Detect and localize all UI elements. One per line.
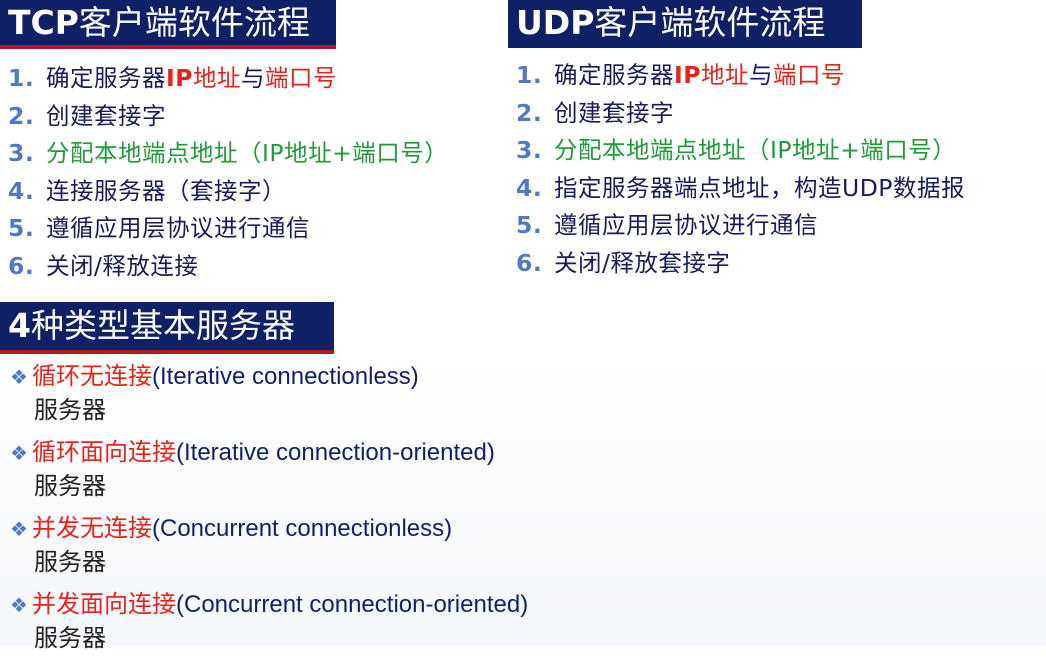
step-highlight-address: 地址	[700, 61, 749, 89]
diamond-bullet-icon: ❖	[10, 367, 28, 389]
step-number: 1.	[516, 61, 543, 89]
udp-step-list: 1. 确定服务器IP地址与端口号 2. 创建套接字 3. 分配本地端点地址（IP地址+…	[516, 57, 965, 283]
step-text-and: 与	[748, 61, 773, 89]
step-text: 确定服务器	[46, 64, 166, 92]
step-number: 3.	[8, 139, 35, 168]
server-type-english: (Iterative connectionless)	[152, 363, 419, 390]
server-type-item: ❖ 并发无连接(Concurrent connectionless) 服务器	[6, 512, 528, 577]
tcp-step-5: 5. 遵循应用层协议进行通信	[8, 210, 448, 248]
server-type-english: (Iterative connection-oriented)	[176, 439, 495, 466]
step-text: 遵循应用层协议进行通信	[46, 214, 310, 243]
server-type-suffix: 服务器	[34, 472, 106, 500]
server-type-item: ❖ 循环面向连接(Iterative connection-oriented) 服…	[6, 436, 528, 501]
step-text: 指定服务器端点地址，构造UDP数据报	[554, 173, 965, 202]
server-type-item: ❖ 并发面向连接(Concurrent connection-oriented) …	[6, 588, 528, 653]
server-type-suffix: 服务器	[34, 548, 106, 576]
step-number: 6.	[8, 251, 35, 280]
udp-title-bold: UDP	[516, 3, 595, 42]
server-type-name: 并发无连接	[32, 515, 152, 542]
step-highlight-ip: IP	[674, 61, 701, 89]
server-type-english: (Concurrent connectionless)	[152, 515, 453, 542]
step-highlight-ip: IP	[166, 64, 193, 92]
udp-step-1: 1. 确定服务器IP地址与端口号	[516, 57, 965, 95]
step-number: 2.	[516, 98, 543, 127]
udp-title-rest: 客户端软件流程	[594, 3, 826, 42]
step-text: 分配本地端点地址（IP地址+端口号）	[554, 136, 957, 165]
step-number: 4.	[516, 173, 543, 202]
step-text-and: 与	[240, 64, 265, 92]
step-highlight-port: 端口号	[772, 61, 845, 89]
server-type-suffix: 服务器	[34, 396, 106, 424]
step-number: 6.	[516, 248, 543, 277]
step-text: 创建套接字	[46, 101, 166, 130]
server-types-title-rest: 种类型基本服务器	[30, 306, 295, 345]
diamond-bullet-icon: ❖	[10, 519, 28, 541]
step-text: 创建套接字	[554, 98, 674, 127]
server-type-list: ❖ 循环无连接(Iterative connectionless) 服务器 ❖ 循环…	[6, 360, 528, 664]
udp-step-6: 6. 关闭/释放套接字	[516, 245, 965, 283]
server-type-name: 循环面向连接	[32, 439, 176, 466]
udp-step-5: 5. 遵循应用层协议进行通信	[516, 207, 965, 245]
step-text: 关闭/释放连接	[46, 251, 199, 280]
server-type-item: ❖ 循环无连接(Iterative connectionless) 服务器	[6, 360, 528, 425]
step-highlight-port: 端口号	[264, 64, 337, 92]
step-number: 3.	[516, 136, 543, 165]
step-highlight-address: 地址	[192, 64, 241, 92]
server-types-title: 4种类型基本服务器	[0, 302, 334, 354]
step-number: 4.	[8, 176, 35, 205]
tcp-step-4: 4. 连接服务器（套接字）	[8, 173, 448, 211]
step-text: 分配本地端点地址（IP地址+端口号）	[46, 139, 449, 168]
udp-step-3: 3. 分配本地端点地址（IP地址+端口号）	[516, 132, 965, 170]
tcp-title-rest: 客户端软件流程	[78, 3, 310, 42]
step-number: 5.	[8, 214, 35, 243]
tcp-title-bold: TCP	[8, 3, 79, 42]
step-text: 连接服务器（套接字）	[46, 176, 286, 205]
server-types-title-bold: 4	[8, 306, 31, 345]
tcp-section-title: TCP客户端软件流程	[0, 0, 336, 49]
step-number: 5.	[516, 211, 543, 240]
udp-step-4: 4. 指定服务器端点地址，构造UDP数据报	[516, 170, 965, 208]
udp-step-2: 2. 创建套接字	[516, 95, 965, 133]
tcp-step-3: 3. 分配本地端点地址（IP地址+端口号）	[8, 135, 448, 173]
diamond-bullet-icon: ❖	[10, 443, 28, 465]
step-text: 确定服务器	[554, 61, 674, 89]
step-number: 1.	[8, 64, 35, 92]
server-type-english: (Concurrent connection-oriented)	[176, 591, 529, 618]
udp-section-title: UDP客户端软件流程	[508, 0, 862, 48]
diamond-bullet-icon: ❖	[10, 595, 28, 617]
step-text: 遵循应用层协议进行通信	[554, 211, 818, 240]
tcp-step-6: 6. 关闭/释放连接	[8, 248, 448, 286]
tcp-step-2: 2. 创建套接字	[8, 98, 448, 136]
tcp-step-list: 1. 确定服务器IP地址与端口号 2. 创建套接字 3. 分配本地端点地址（IP地址+…	[8, 60, 448, 286]
server-type-name: 循环无连接	[32, 363, 152, 390]
tcp-step-1: 1. 确定服务器IP地址与端口号	[8, 60, 448, 98]
step-number: 2.	[8, 101, 35, 130]
server-type-name: 并发面向连接	[32, 591, 176, 618]
server-type-suffix: 服务器	[34, 624, 106, 652]
step-text: 关闭/释放套接字	[554, 248, 731, 277]
